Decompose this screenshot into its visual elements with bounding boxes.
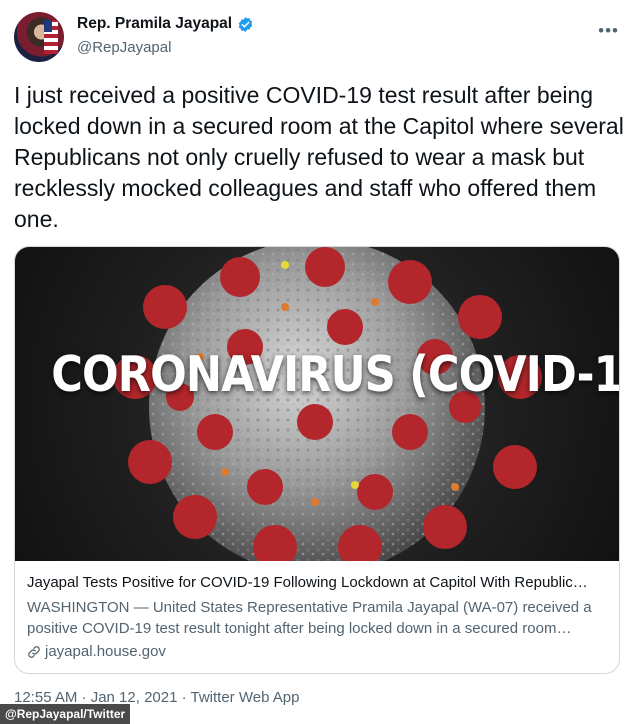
more-options-icon[interactable]: •••: [598, 22, 619, 39]
avatar[interactable]: [14, 12, 64, 62]
card-link[interactable]: jayapal.house.gov: [27, 641, 607, 662]
display-name-row: Rep. Pramila Jayapal: [77, 15, 254, 33]
handle[interactable]: @RepJayapal: [77, 39, 254, 56]
flag-graphic: [44, 20, 58, 54]
tweet-text: I just received a positive COVID-19 test…: [14, 82, 624, 232]
card-image: CORONAVIRUS (COVID-19): [15, 247, 619, 561]
link-card[interactable]: CORONAVIRUS (COVID-19) Jayapal Tests Pos…: [14, 246, 620, 674]
image-credit: @RepJayapal/Twitter: [0, 704, 131, 724]
card-description: WASHINGTON — United States Representativ…: [27, 599, 592, 637]
card-title: Jayapal Tests Positive for COVID-19 Foll…: [27, 574, 588, 591]
author-block: Rep. Pramila Jayapal @RepJayapal: [77, 15, 254, 56]
verified-badge-icon: [238, 16, 253, 32]
display-name[interactable]: Rep. Pramila Jayapal: [77, 15, 232, 33]
link-icon: [28, 645, 40, 658]
virus-illustration: [113, 247, 542, 561]
card-body: Jayapal Tests Positive for COVID-19 Foll…: [15, 561, 619, 662]
card-domain: jayapal.house.gov: [45, 643, 166, 660]
card-image-title: CORONAVIRUS (COVID-19): [51, 346, 619, 403]
